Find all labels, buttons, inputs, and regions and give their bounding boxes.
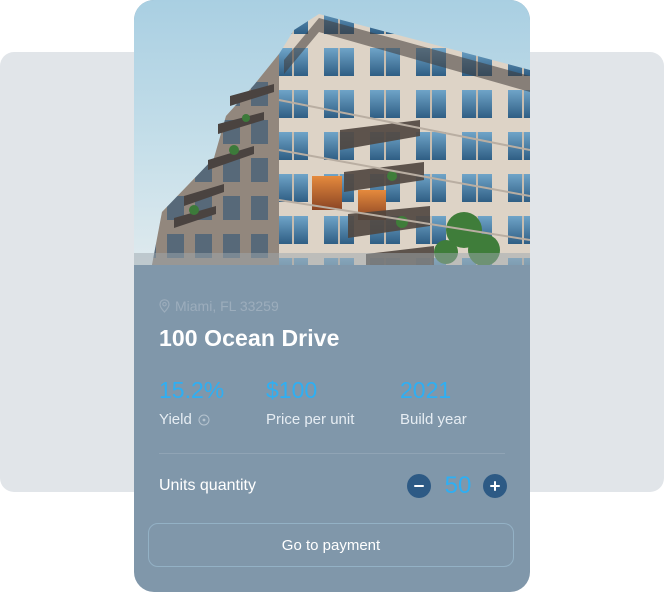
minus-icon: [414, 485, 424, 487]
units-quantity-label: Units quantity: [159, 477, 256, 494]
location-text: Miami, FL 33259: [175, 298, 279, 314]
quantity-stepper: 50: [407, 472, 507, 500]
price-label: Price per unit: [266, 411, 355, 428]
divider: [159, 453, 505, 454]
stat-yield: 15.2% Yield: [159, 377, 224, 428]
decrement-button[interactable]: [407, 474, 431, 498]
stat-build-year: 2021 Build year: [400, 377, 467, 428]
page: Miami, FL 33259 100 Ocean Drive 15.2% Yi…: [0, 0, 664, 592]
property-card: Miami, FL 33259 100 Ocean Drive 15.2% Yi…: [134, 0, 530, 592]
property-photo: [134, 0, 530, 265]
yield-label-text: Yield: [159, 411, 192, 428]
property-title: 100 Ocean Drive: [159, 325, 340, 351]
build-year-value: 2021: [400, 377, 452, 403]
stat-price: $100 Price per unit: [266, 377, 354, 428]
plus-icon: [490, 481, 500, 491]
card-details: Miami, FL 33259 100 Ocean Drive 15.2% Yi…: [134, 265, 530, 592]
build-year-label: Build year: [400, 411, 467, 428]
increment-button[interactable]: [483, 474, 507, 498]
price-value: $100: [266, 377, 318, 403]
location-pin-icon: [159, 299, 170, 313]
info-icon[interactable]: [198, 414, 210, 426]
go-to-payment-button[interactable]: Go to payment: [148, 523, 514, 567]
yield-value: 15.2%: [159, 377, 225, 403]
yield-label: Yield: [159, 411, 224, 428]
quantity-value[interactable]: 50: [439, 472, 477, 500]
location: Miami, FL 33259: [159, 297, 279, 315]
